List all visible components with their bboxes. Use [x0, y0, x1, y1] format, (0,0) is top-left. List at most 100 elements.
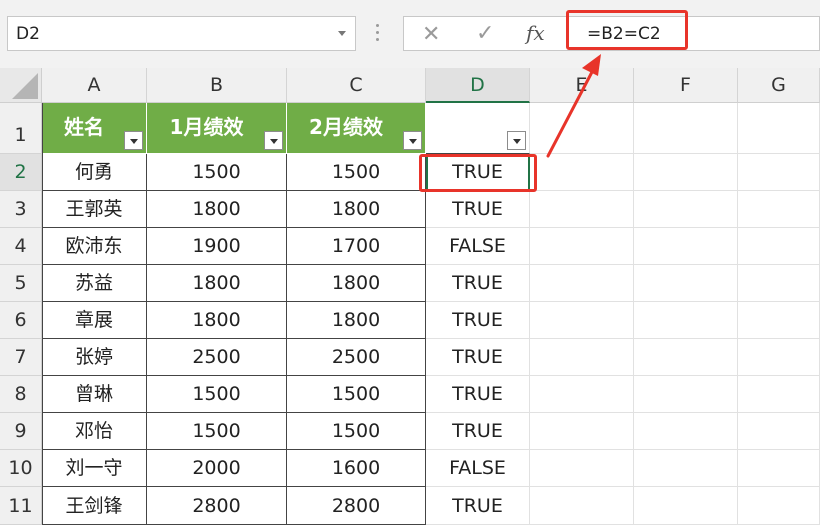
table-cell[interactable]: 1500 [287, 154, 426, 191]
empty-cell[interactable] [530, 413, 634, 450]
row-header-11[interactable]: 11 [0, 487, 42, 525]
empty-cell[interactable] [634, 228, 738, 265]
row-header-4[interactable]: 4 [0, 228, 42, 265]
table-cell[interactable]: 1800 [147, 265, 287, 302]
enter-icon[interactable]: ✓ [476, 21, 494, 46]
table-cell[interactable]: 何勇 [42, 154, 147, 191]
row-header-6[interactable]: 6 [0, 302, 42, 339]
name-box[interactable]: D2 [7, 16, 356, 51]
table-cell[interactable]: FALSE [426, 228, 530, 265]
column-header-b[interactable]: B [147, 68, 287, 103]
table-cell[interactable]: TRUE [426, 302, 530, 339]
row-header-2[interactable]: 2 [0, 154, 42, 191]
empty-cell[interactable] [738, 487, 820, 525]
table-cell[interactable]: FALSE [426, 450, 530, 487]
table-cell[interactable]: 1500 [147, 413, 287, 450]
select-all-corner[interactable] [0, 68, 42, 103]
empty-cell[interactable] [530, 487, 634, 525]
table-cell[interactable]: 1800 [287, 265, 426, 302]
table-cell[interactable]: 2800 [147, 487, 287, 525]
row-header-1[interactable]: 1 [0, 103, 42, 154]
empty-cell[interactable] [530, 376, 634, 413]
filter-dropdown-icon[interactable] [124, 131, 143, 150]
empty-cell[interactable] [634, 302, 738, 339]
table-cell[interactable]: 邓怡 [42, 413, 147, 450]
filter-dropdown-icon[interactable] [264, 131, 283, 150]
row-header-9[interactable]: 9 [0, 413, 42, 450]
row-header-10[interactable]: 10 [0, 450, 42, 487]
empty-cell[interactable] [530, 154, 634, 191]
empty-cell[interactable] [738, 413, 820, 450]
empty-cell[interactable] [738, 228, 820, 265]
table-cell[interactable]: 1500 [147, 376, 287, 413]
table-cell[interactable]: 2500 [147, 339, 287, 376]
drag-handle-icon[interactable] [375, 22, 381, 44]
chevron-down-icon[interactable] [338, 31, 346, 36]
empty-cell[interactable] [738, 103, 820, 154]
table-cell[interactable]: TRUE [426, 339, 530, 376]
table-cell[interactable]: TRUE [426, 265, 530, 302]
empty-cell[interactable] [738, 376, 820, 413]
column-header-d[interactable]: D [426, 68, 530, 103]
empty-cell[interactable] [634, 413, 738, 450]
table-cell[interactable]: 1800 [147, 302, 287, 339]
empty-cell[interactable] [634, 487, 738, 525]
empty-cell[interactable] [634, 376, 738, 413]
empty-cell[interactable] [634, 450, 738, 487]
empty-cell[interactable] [530, 339, 634, 376]
filter-dropdown-icon[interactable] [403, 131, 422, 150]
table-cell[interactable]: TRUE [426, 376, 530, 413]
empty-cell[interactable] [634, 191, 738, 228]
insert-function-icon[interactable]: fx [526, 21, 545, 45]
column-header-f[interactable]: F [634, 68, 738, 103]
table-cell[interactable]: 1800 [287, 191, 426, 228]
filter-dropdown-icon[interactable] [507, 131, 526, 150]
empty-cell[interactable] [634, 103, 738, 154]
cancel-icon[interactable]: ✕ [422, 22, 440, 47]
table-cell[interactable]: 刘一守 [42, 450, 147, 487]
row-header-8[interactable]: 8 [0, 376, 42, 413]
table-cell[interactable]: 王郭英 [42, 191, 147, 228]
empty-cell[interactable] [738, 302, 820, 339]
empty-cell[interactable] [738, 450, 820, 487]
header-jan-performance-cell[interactable]: 1月绩效 [147, 103, 287, 154]
empty-cell[interactable] [530, 302, 634, 339]
column-header-g[interactable]: G [738, 68, 820, 103]
table-cell[interactable]: 张婷 [42, 339, 147, 376]
table-cell[interactable]: 1600 [287, 450, 426, 487]
table-cell[interactable]: 2000 [147, 450, 287, 487]
table-cell[interactable]: 欧沛东 [42, 228, 147, 265]
row-header-5[interactable]: 5 [0, 265, 42, 302]
column-header-a[interactable]: A [42, 68, 147, 103]
empty-cell[interactable] [634, 265, 738, 302]
empty-cell[interactable] [738, 154, 820, 191]
row-header-7[interactable]: 7 [0, 339, 42, 376]
table-cell[interactable]: 1700 [287, 228, 426, 265]
table-cell[interactable]: TRUE [426, 191, 530, 228]
table-cell[interactable]: 1800 [147, 191, 287, 228]
table-cell[interactable]: 1800 [287, 302, 426, 339]
table-cell[interactable]: 王剑锋 [42, 487, 147, 525]
table-cell[interactable]: 1500 [147, 154, 287, 191]
column-header-e[interactable]: E [530, 68, 634, 103]
table-cell[interactable]: 1900 [147, 228, 287, 265]
empty-cell[interactable] [738, 339, 820, 376]
empty-cell[interactable] [634, 339, 738, 376]
column-header-c[interactable]: C [287, 68, 426, 103]
empty-cell[interactable] [530, 228, 634, 265]
table-cell[interactable]: TRUE [426, 413, 530, 450]
header-feb-performance-cell[interactable]: 2月绩效 [287, 103, 426, 154]
row-header-3[interactable]: 3 [0, 191, 42, 228]
table-cell[interactable]: 章展 [42, 302, 147, 339]
empty-cell[interactable] [634, 154, 738, 191]
empty-cell[interactable] [530, 191, 634, 228]
table-cell[interactable]: 2800 [287, 487, 426, 525]
empty-cell[interactable] [738, 265, 820, 302]
table-cell[interactable]: 2500 [287, 339, 426, 376]
empty-cell[interactable] [530, 265, 634, 302]
header-d-cell[interactable] [426, 103, 530, 154]
empty-cell[interactable] [738, 191, 820, 228]
empty-cell[interactable] [530, 103, 634, 154]
table-cell[interactable]: 1500 [287, 376, 426, 413]
table-cell[interactable]: 苏益 [42, 265, 147, 302]
